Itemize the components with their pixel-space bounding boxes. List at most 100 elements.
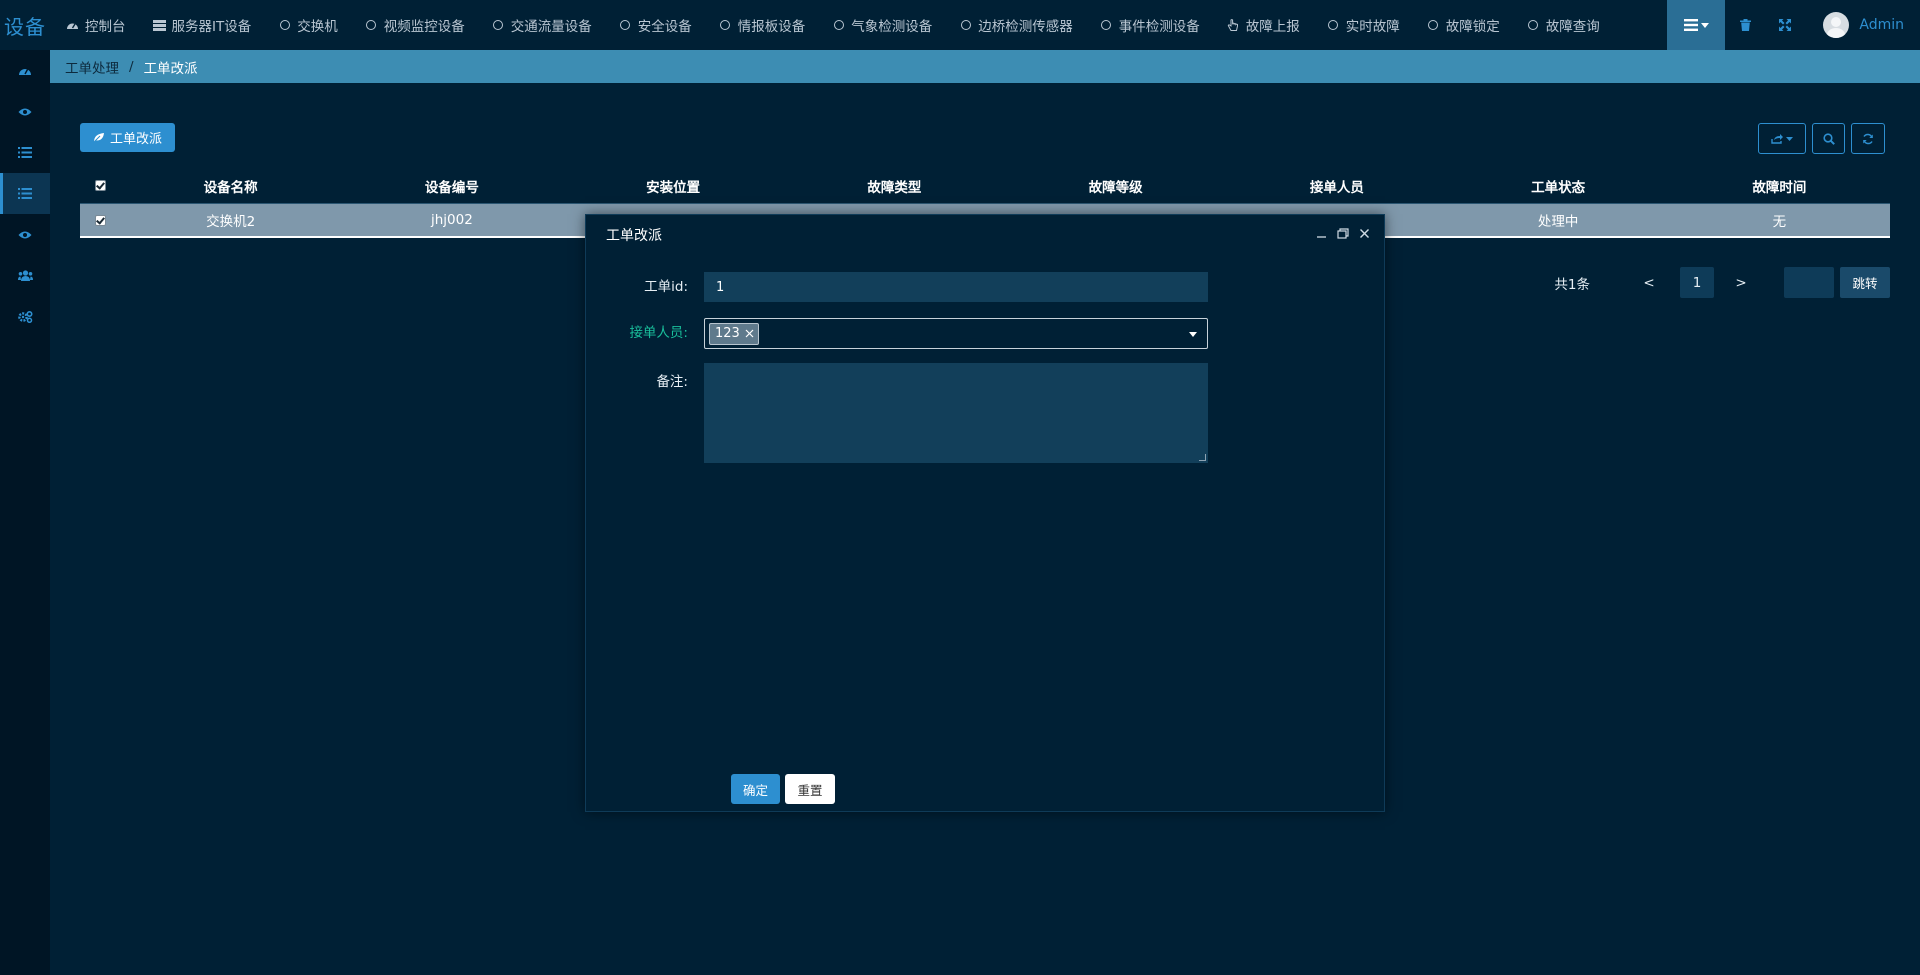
- nav-item-label: 边桥检测传感器: [978, 19, 1073, 35]
- form-row-order-id: 工单id: 1: [586, 272, 1208, 302]
- sidebar: [0, 50, 50, 975]
- top-navbar: 设备 控制台 服务器IT设备 交换机 视频监控设备 交通流量设备 安全设备 情报…: [0, 0, 1920, 50]
- search-button[interactable]: [1812, 123, 1845, 154]
- column-header-fault-time[interactable]: 故障时间: [1669, 176, 1890, 196]
- circle-icon: [278, 19, 291, 32]
- reassign-dialog: 工单改派 工单id: 1 接单人员: 123 备注: 确定 重置: [585, 214, 1385, 812]
- export-button[interactable]: [1758, 123, 1806, 154]
- nav-item-video[interactable]: 视频监控设备: [365, 0, 480, 50]
- reassign-button[interactable]: 工单改派: [80, 123, 175, 152]
- circle-icon: [1100, 19, 1113, 32]
- fullscreen-button[interactable]: [1765, 0, 1805, 50]
- menu-toggle-button[interactable]: [1667, 0, 1726, 50]
- sidebar-item-list[interactable]: [0, 132, 50, 173]
- circle-icon: [1527, 19, 1540, 32]
- list-icon: [18, 147, 32, 158]
- nav-item-label: 安全设备: [637, 19, 692, 35]
- user-menu[interactable]: Admin: [1805, 12, 1920, 38]
- sidebar-item-monitor[interactable]: [0, 214, 50, 255]
- circle-icon: [492, 19, 505, 32]
- nav-item-dashboard[interactable]: 控制台: [66, 0, 141, 50]
- column-header-location[interactable]: 安装位置: [563, 176, 784, 196]
- breadcrumb-separator: /: [129, 58, 134, 75]
- close-icon[interactable]: [1359, 227, 1370, 243]
- refresh-button[interactable]: [1851, 123, 1885, 154]
- circle-icon: [959, 19, 972, 32]
- cell-device-code: jhj002: [430, 212, 473, 228]
- caret-down-icon: [1786, 136, 1793, 141]
- nav-item-realtime-fault[interactable]: 实时故障: [1327, 0, 1415, 50]
- users-icon: [17, 270, 33, 281]
- column-header-order-status[interactable]: 工单状态: [1448, 176, 1669, 196]
- order-id-input[interactable]: 1: [704, 272, 1208, 302]
- cell-device-name: 交换机2: [206, 214, 256, 230]
- nav-item-fault-report[interactable]: 故障上报: [1227, 0, 1315, 50]
- sidebar-item-dashboard[interactable]: [0, 50, 50, 91]
- refresh-icon: [1863, 133, 1873, 144]
- dialog-header[interactable]: 工单改派: [586, 215, 1384, 255]
- breadcrumb-parent[interactable]: 工单处理: [65, 57, 119, 77]
- sidebar-item-view[interactable]: [0, 91, 50, 132]
- select-all-checkbox[interactable]: [80, 180, 120, 191]
- nav-item-switch[interactable]: 交换机: [278, 0, 353, 50]
- assignee-select[interactable]: 123: [704, 318, 1208, 349]
- cell-order-status: 处理中: [1537, 214, 1579, 230]
- sidebar-item-users[interactable]: [0, 255, 50, 296]
- nav-item-weather[interactable]: 气象检测设备: [832, 0, 947, 50]
- dialog-title: 工单改派: [606, 228, 662, 244]
- nav-item-fault-lock[interactable]: 故障锁定: [1427, 0, 1515, 50]
- app-logo[interactable]: 设备: [0, 0, 50, 50]
- nav-item-server-it[interactable]: 服务器IT设备: [152, 0, 267, 50]
- breadcrumb: 工单处理 / 工单改派: [50, 50, 1920, 83]
- remove-tag-icon[interactable]: [745, 329, 754, 338]
- order-id-label: 工单id:: [644, 279, 688, 295]
- nav-item-label: 控制台: [85, 19, 126, 35]
- nav-item-info-board[interactable]: 情报板设备: [719, 0, 821, 50]
- pagination-jump-input[interactable]: [1784, 267, 1834, 298]
- hand-pointer-icon: [1227, 18, 1240, 32]
- assignee-tag-label: 123: [715, 326, 740, 341]
- confirm-button[interactable]: 确定: [731, 774, 780, 804]
- pagination-jump-button[interactable]: 跳转: [1840, 267, 1890, 298]
- circle-icon: [832, 19, 845, 32]
- column-header-fault-type[interactable]: 故障类型: [784, 176, 1005, 196]
- nav-item-security[interactable]: 安全设备: [619, 0, 707, 50]
- sidebar-item-work-order[interactable]: [0, 173, 50, 214]
- pagination-next[interactable]: >: [1724, 267, 1758, 298]
- nav-item-event-detect[interactable]: 事件检测设备: [1100, 0, 1215, 50]
- maximize-icon[interactable]: [1337, 227, 1349, 243]
- dialog-controls: [1316, 215, 1370, 255]
- nav-item-label: 情报板设备: [737, 19, 806, 35]
- main-nav: 控制台 服务器IT设备 交换机 视频监控设备 交通流量设备 安全设备 情报板设备: [66, 0, 1627, 50]
- circle-icon: [365, 19, 378, 32]
- remark-textarea[interactable]: [704, 363, 1208, 463]
- form-row-assignee: 接单人员: 123: [586, 318, 1208, 349]
- reassign-button-label: 工单改派: [109, 132, 162, 147]
- nav-item-label: 交通流量设备: [510, 19, 592, 35]
- server-icon: [152, 19, 166, 32]
- pagination-page-current[interactable]: 1: [1680, 267, 1714, 298]
- nav-item-label: 故障锁定: [1445, 19, 1500, 35]
- clear-cache-button[interactable]: [1725, 0, 1765, 50]
- table-header: 设备名称 设备编号 安装位置 故障类型 故障等级 接单人员 工单状态 故障时间: [80, 168, 1890, 204]
- column-header-assignee[interactable]: 接单人员: [1226, 176, 1447, 196]
- sidebar-item-settings[interactable]: [0, 296, 50, 337]
- form-row-remark: 备注:: [586, 363, 1208, 463]
- column-header-device-name[interactable]: 设备名称: [120, 176, 341, 196]
- pagination-prev[interactable]: <: [1632, 267, 1666, 298]
- nav-item-label: 实时故障: [1345, 19, 1400, 35]
- nav-item-bridge-sensor[interactable]: 边桥检测传感器: [959, 0, 1088, 50]
- minimize-icon[interactable]: [1316, 227, 1327, 243]
- nav-item-fault-query[interactable]: 故障查询: [1527, 0, 1615, 50]
- nav-item-label: 视频监控设备: [383, 19, 465, 35]
- column-header-fault-level[interactable]: 故障等级: [1005, 176, 1226, 196]
- table-tools: [1758, 123, 1885, 154]
- reset-button[interactable]: 重置: [785, 774, 835, 804]
- caret-down-icon: [1700, 22, 1709, 28]
- nav-item-traffic[interactable]: 交通流量设备: [492, 0, 607, 50]
- column-header-device-code[interactable]: 设备编号: [341, 176, 562, 196]
- row-checkbox[interactable]: [80, 214, 120, 226]
- list-icon: [1683, 19, 1698, 31]
- assignee-label: 接单人员:: [629, 325, 688, 341]
- breadcrumb-current: 工单改派: [143, 60, 198, 77]
